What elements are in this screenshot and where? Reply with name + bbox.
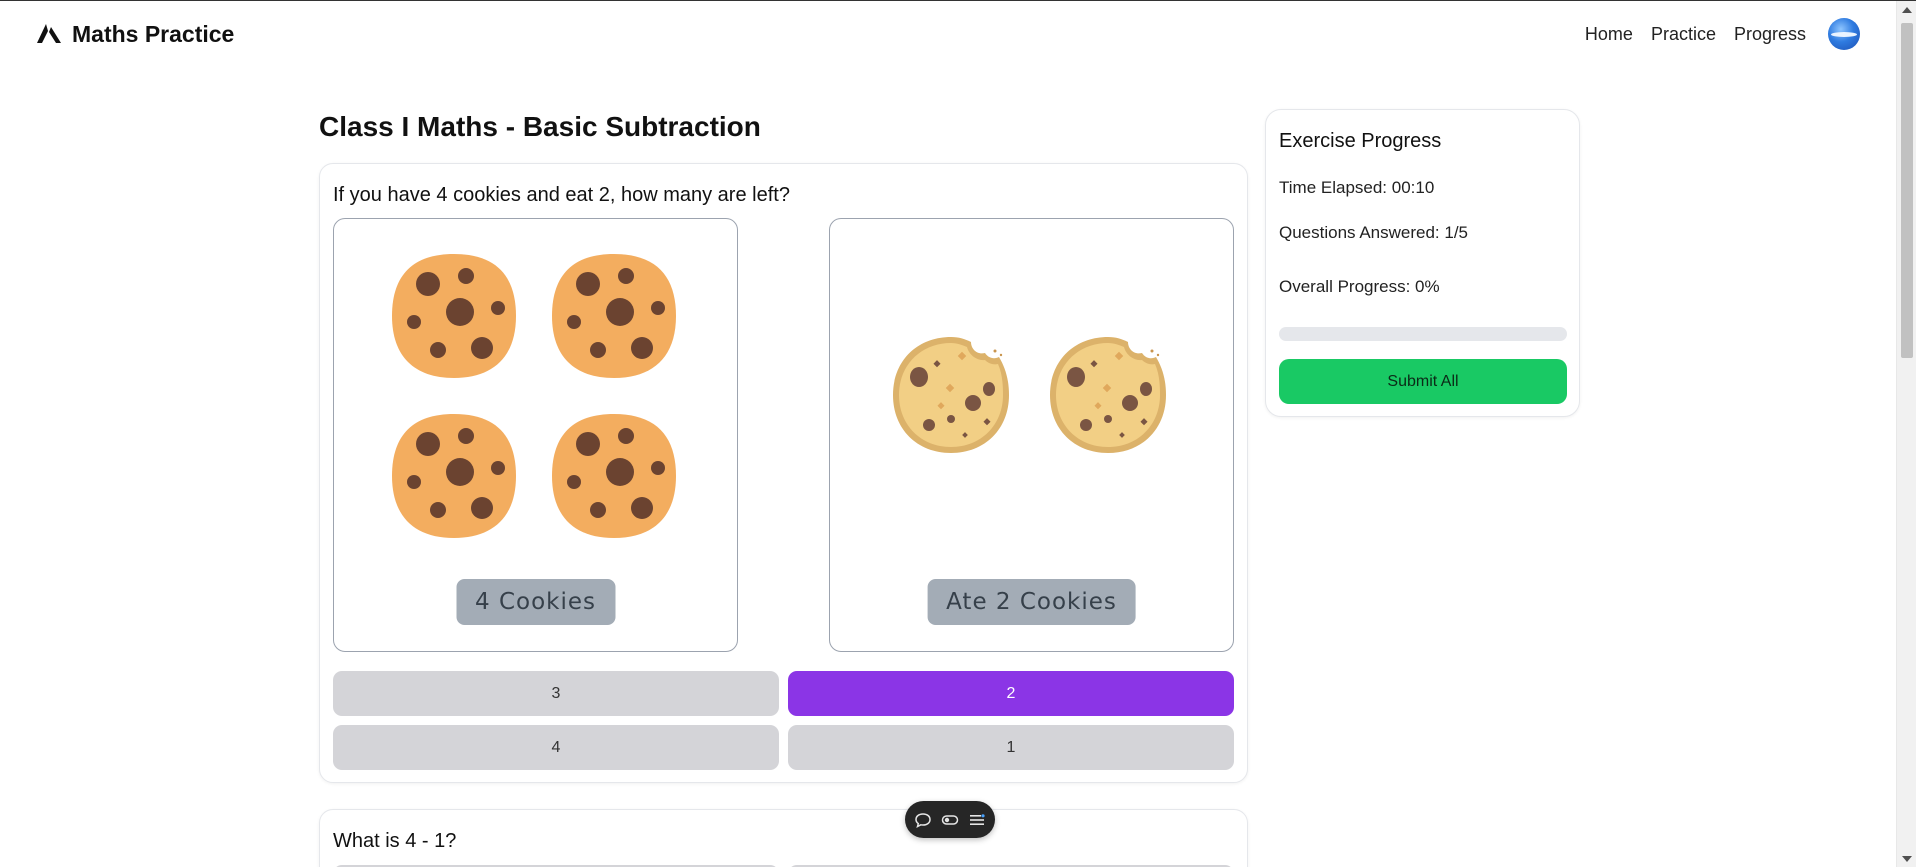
scrollbar[interactable] xyxy=(1896,1,1916,867)
scroll-up-icon[interactable] xyxy=(1902,7,1912,13)
scrollbar-thumb[interactable] xyxy=(1901,23,1913,358)
progress-title: Exercise Progress xyxy=(1279,130,1442,152)
submit-all-button[interactable]: Submit All xyxy=(1279,359,1567,404)
answer-option[interactable]: 1 xyxy=(788,725,1234,770)
answer-option[interactable]: 4 xyxy=(333,725,779,770)
panel-label: 4 Cookies xyxy=(456,579,615,625)
time-elapsed: Time Elapsed: 00:10 xyxy=(1279,178,1435,197)
cookie-icon xyxy=(552,414,676,538)
nav-link-home[interactable]: Home xyxy=(1585,24,1633,45)
triangle-logo-icon xyxy=(37,24,61,43)
toggle-icon[interactable] xyxy=(941,811,959,829)
image-panel-cookies: 4 Cookies xyxy=(333,218,738,652)
scroll-down-icon[interactable] xyxy=(1902,856,1912,862)
cookie-grid xyxy=(334,219,737,559)
menu-icon[interactable] xyxy=(968,811,986,829)
bitten-cookie-grid xyxy=(830,219,1233,559)
question-card: If you have 4 cookies and eat 2, how man… xyxy=(319,163,1248,783)
answer-option[interactable]: 3 xyxy=(333,671,779,716)
floating-toolbar xyxy=(905,801,995,838)
answer-options: 3 2 4 1 xyxy=(333,671,1234,770)
bitten-cookie-icon xyxy=(893,337,1009,453)
panel-label: Ate 2 Cookies xyxy=(927,579,1136,625)
bitten-cookie-icon xyxy=(1050,337,1166,453)
globe-avatar-icon[interactable] xyxy=(1828,18,1860,50)
brand-name: Maths Practice xyxy=(72,20,235,47)
page-title: Class I Maths - Basic Subtraction xyxy=(319,111,761,142)
question-card: What is 4 - 1? xyxy=(319,809,1248,867)
overall-progress: Overall Progress: 0% xyxy=(1279,277,1440,296)
nav-link-progress[interactable]: Progress xyxy=(1734,24,1806,45)
progress-bar xyxy=(1279,327,1567,341)
chat-icon[interactable] xyxy=(914,811,932,829)
brand[interactable]: Maths Practice xyxy=(36,21,234,48)
nav-link-practice[interactable]: Practice xyxy=(1651,24,1716,45)
question-text: What is 4 - 1? xyxy=(333,830,457,852)
exercise-progress-card: Exercise Progress Time Elapsed: 00:10 Qu… xyxy=(1265,109,1580,417)
navbar: Maths Practice Home Practice Progress xyxy=(0,1,1896,67)
answer-option[interactable]: 2 xyxy=(788,671,1234,716)
image-panel-eaten: Ate 2 Cookies xyxy=(829,218,1234,652)
cookie-icon xyxy=(392,414,516,538)
questions-answered: Questions Answered: 1/5 xyxy=(1279,223,1469,242)
cookie-icon xyxy=(392,254,516,378)
cookie-icon xyxy=(552,254,676,378)
nav-links: Home Practice Progress xyxy=(1585,18,1860,50)
question-text: If you have 4 cookies and eat 2, how man… xyxy=(333,184,790,206)
